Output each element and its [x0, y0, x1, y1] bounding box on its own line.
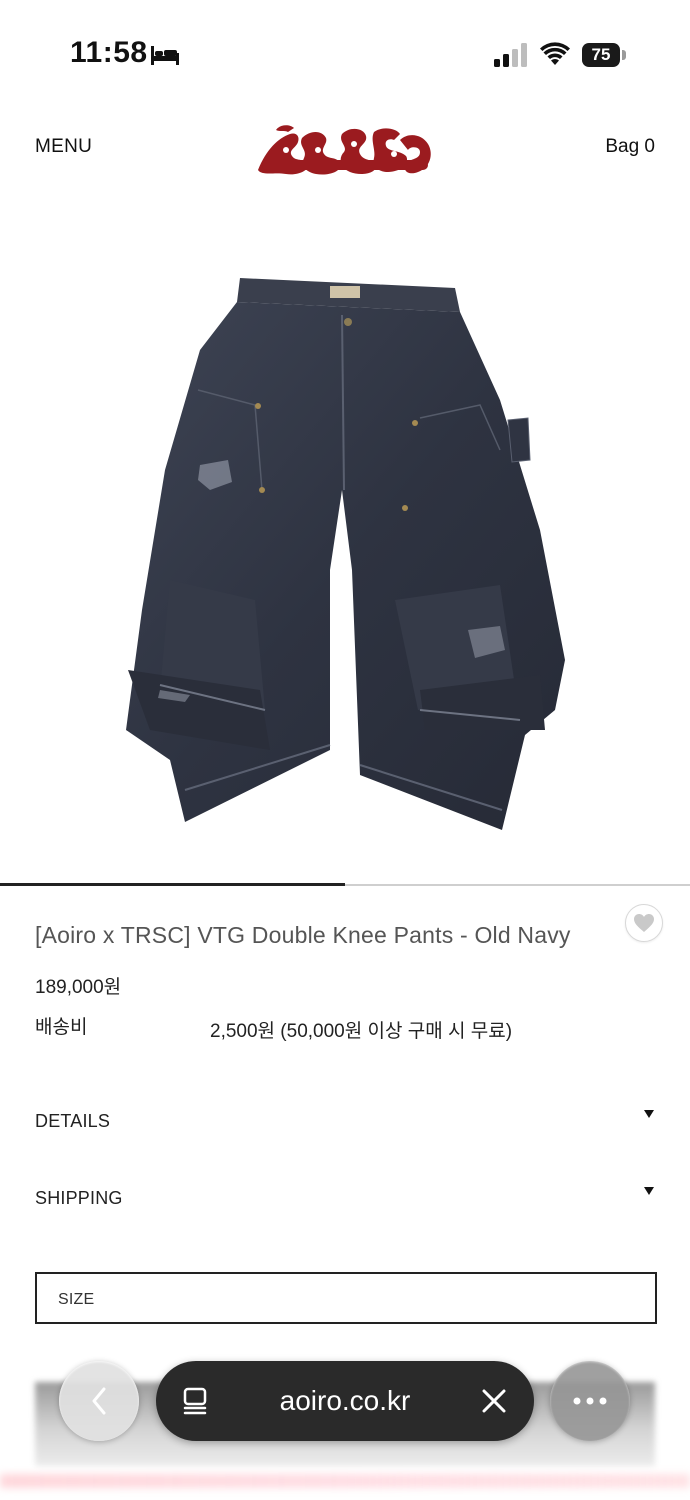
carousel-progress-fill [0, 883, 345, 886]
caret-down-icon [644, 1187, 654, 1195]
battery-cap [622, 50, 626, 60]
heart-icon [634, 914, 654, 932]
bag-button[interactable]: Bag 0 [605, 136, 655, 158]
shipping-label: SHIPPING [35, 1188, 123, 1208]
size-select[interactable]: SIZE [35, 1272, 657, 1324]
details-label: DETAILS [35, 1111, 111, 1131]
product-title: [Aoiro x TRSC] VTG Double Knee Pants - O… [35, 922, 571, 948]
url-text[interactable]: aoiro.co.kr [156, 1385, 534, 1417]
signal-icon [494, 43, 527, 67]
blurred-notice-text [0, 1474, 690, 1488]
menu-button[interactable]: MENU [35, 136, 92, 158]
bed-icon [151, 46, 179, 65]
clear-icon[interactable] [482, 1389, 506, 1413]
wishlist-button[interactable] [625, 904, 663, 942]
browser-url-bar[interactable]: aoiro.co.kr [156, 1361, 534, 1441]
aoiro-logo[interactable] [256, 120, 434, 180]
browser-back-button[interactable] [59, 1361, 139, 1441]
wifi-icon [540, 42, 570, 65]
product-price: 189,000원 [35, 977, 122, 998]
back-icon [92, 1387, 106, 1415]
details-accordion[interactable]: DETAILS [35, 1110, 655, 1151]
site-header: MENU Bag 0 [0, 110, 690, 190]
browser-more-button[interactable] [550, 1361, 630, 1441]
shipping-fee-label: 배송비 [35, 1017, 88, 1038]
battery-icon: 75 [582, 43, 620, 67]
shipping-fee-value: 2,500원 (50,000원 이상 구매 시 무료) [210, 1021, 513, 1042]
status-time: 11:58 [70, 36, 148, 69]
more-icon [573, 1397, 607, 1405]
caret-down-icon [644, 1110, 654, 1118]
size-select-label: SIZE [58, 1291, 95, 1308]
double-knee-pants-photo[interactable] [0, 190, 690, 880]
shipping-accordion[interactable]: SHIPPING [35, 1187, 655, 1228]
status-bar: 11:58 75 [0, 0, 690, 100]
